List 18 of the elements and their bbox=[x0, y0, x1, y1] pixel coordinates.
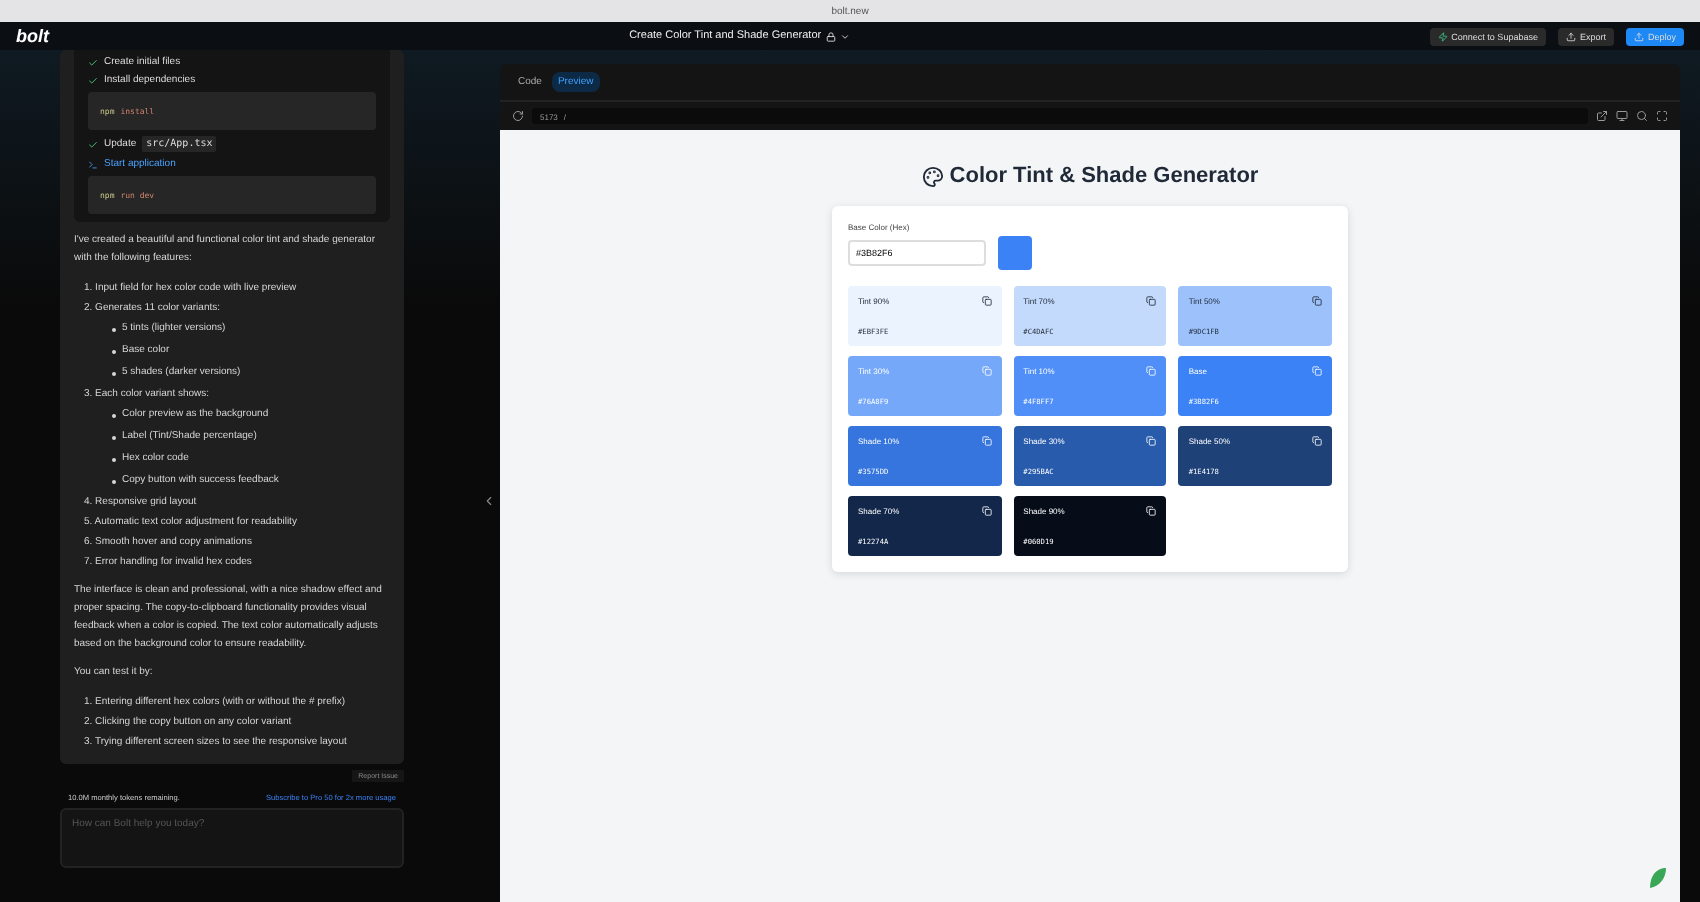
bolt-icon bbox=[1437, 31, 1448, 41]
monitor-icon[interactable] bbox=[1616, 110, 1628, 122]
upload-icon bbox=[1565, 31, 1576, 41]
copy-button[interactable] bbox=[1146, 296, 1157, 306]
reload-icon[interactable] bbox=[512, 110, 524, 122]
collapse-icon[interactable] bbox=[482, 494, 496, 508]
chevron-down-icon[interactable] bbox=[839, 31, 850, 41]
palette-icon bbox=[921, 165, 944, 187]
search-icon[interactable] bbox=[1636, 110, 1648, 122]
color-preview bbox=[998, 236, 1032, 270]
upload-icon bbox=[1633, 31, 1644, 41]
copy-button[interactable] bbox=[1311, 296, 1322, 306]
lock-icon bbox=[825, 31, 836, 41]
copy-button[interactable] bbox=[981, 296, 992, 306]
page-title: Color Tint & Shade Generator bbox=[921, 164, 1259, 188]
leaf-icon bbox=[1648, 866, 1668, 890]
bolt-logo: bolt bbox=[16, 26, 49, 46]
external-link-icon[interactable] bbox=[1596, 110, 1608, 122]
